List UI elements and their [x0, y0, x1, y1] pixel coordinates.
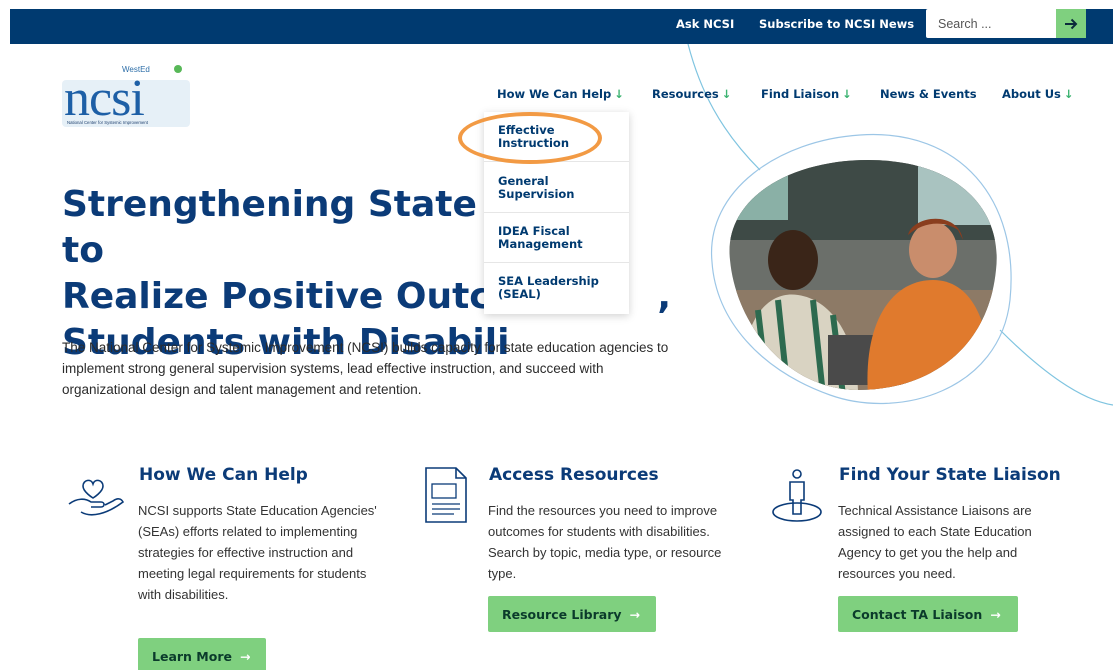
- arrow-right-icon: →: [990, 606, 1001, 622]
- feature-text-liaison: Technical Assistance Liaisons are assign…: [838, 503, 1032, 581]
- feature-text-resources: Find the resources you need to improve o…: [488, 503, 722, 581]
- dropdown-item-idea-fiscal-management[interactable]: IDEA Fiscal Management: [484, 213, 629, 263]
- nav-label: News & Events: [880, 87, 977, 101]
- nav-about-us[interactable]: About Us ↓: [1002, 87, 1074, 101]
- arrow-right-icon: →: [239, 648, 251, 664]
- arrow-down-icon: ↓: [721, 87, 732, 101]
- feature-title-help: How We Can Help: [139, 465, 308, 485]
- search-button[interactable]: [1056, 9, 1086, 38]
- dropdown-item-label: IDEA Fiscal: [498, 224, 570, 238]
- hero-line-2: Realize Positive Outco: [62, 276, 516, 317]
- students-photo: [729, 160, 997, 390]
- hero-line-2-end: ,: [657, 276, 672, 317]
- resource-library-button[interactable]: Resource Library →: [488, 596, 656, 632]
- feature-text-help: NCSI supports State Education Agencies' …: [138, 503, 377, 602]
- nav-label: Resources: [652, 87, 719, 101]
- dropdown-item-label: Management: [498, 236, 583, 251]
- nav-label: Find Liaison: [761, 87, 840, 101]
- arrow-down-icon: ↓: [842, 87, 852, 101]
- arrow-right-icon: [1065, 18, 1078, 29]
- hero-description: The National Center for Systemic Improve…: [62, 340, 669, 397]
- dropdown-item-label: (SEAL): [498, 286, 541, 301]
- contact-ta-liaison-button[interactable]: Contact TA Liaison →: [838, 596, 1018, 632]
- highlight-ring: [458, 112, 602, 164]
- nav-label: How We Can Help: [497, 87, 612, 101]
- dropdown-item-general-supervision[interactable]: General Supervision: [484, 163, 629, 213]
- arrow-down-icon: ↓: [1063, 87, 1074, 101]
- hero-line-1-end: to: [62, 230, 104, 271]
- nav-resources[interactable]: Resources ↓: [652, 87, 731, 101]
- dropdown-item-label: General: [498, 174, 549, 188]
- feature-title-resources: Access Resources: [489, 465, 659, 485]
- arrow-right-icon: →: [629, 606, 641, 622]
- nav-news-events[interactable]: News & Events: [880, 87, 977, 101]
- nav-how-we-can-help[interactable]: How We Can Help ↓: [497, 87, 624, 101]
- subscribe-link[interactable]: Subscribe to NCSI News: [759, 17, 914, 31]
- search-input[interactable]: [926, 9, 1056, 38]
- person-icon: [772, 469, 822, 522]
- ask-ncsi-link[interactable]: Ask NCSI: [676, 17, 734, 31]
- dropdown-item-sea-leadership[interactable]: SEA Leadership (SEAL): [484, 263, 629, 313]
- document-icon: [425, 467, 467, 523]
- logo-subtitle-text: National Center for Systemic Improvement: [67, 120, 149, 125]
- logo-graphic: WestEd ncsi National Center for Systemic…: [62, 65, 190, 127]
- nav-label: About Us: [1002, 87, 1061, 101]
- feature-title-liaison: Find Your State Liaison: [839, 465, 1061, 485]
- nav-find-liaison[interactable]: Find Liaison ↓: [761, 87, 852, 101]
- dropdown-item-label: Supervision: [498, 186, 575, 201]
- logo-name-text: ncsi: [64, 70, 144, 127]
- hero-line-1: Strengthening State C: [62, 184, 516, 225]
- button-label: Resource Library: [502, 606, 622, 622]
- ncsi-logo[interactable]: WestEd ncsi National Center for Systemic…: [62, 62, 192, 128]
- dropdown-item-label: SEA Leadership: [498, 274, 599, 288]
- learn-more-button[interactable]: Learn More →: [138, 638, 266, 670]
- button-label: Learn More: [152, 648, 232, 664]
- heart-hand-icon: [68, 479, 125, 516]
- button-label: Contact TA Liaison: [852, 606, 983, 622]
- arrow-down-icon: ↓: [614, 87, 624, 101]
